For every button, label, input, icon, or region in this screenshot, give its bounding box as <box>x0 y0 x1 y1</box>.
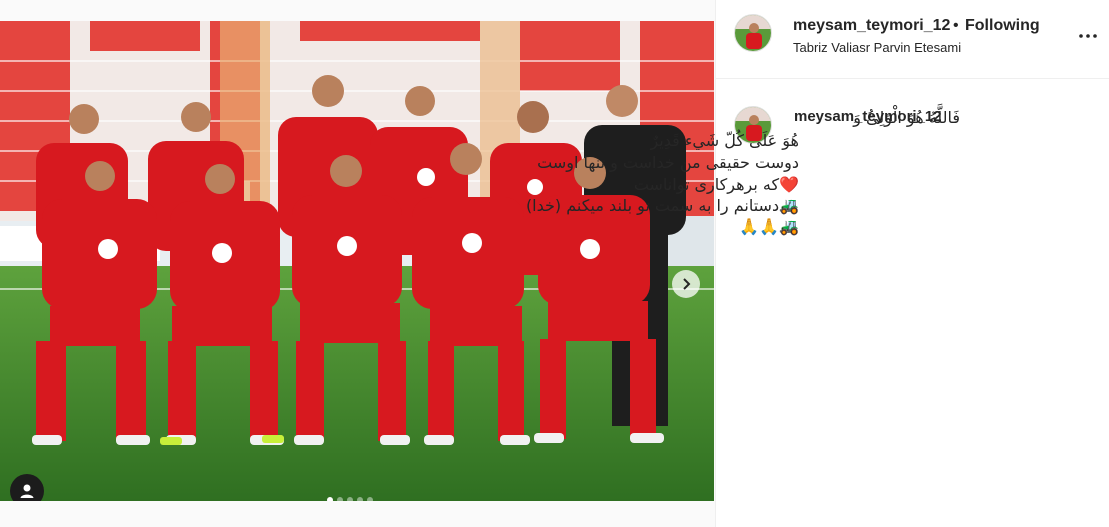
caption-line-2: هُوَ عَلَى كُلّ شَيء قَدِيرٌ <box>650 131 799 150</box>
avatar[interactable] <box>734 14 772 52</box>
media-pane <box>0 0 715 527</box>
tagged-users-button[interactable] <box>10 474 44 501</box>
carousel-dot <box>337 497 343 501</box>
post-sidebar: meysam_teymori_12 • Following Tabriz Val… <box>715 0 1109 527</box>
more-options-button[interactable] <box>1076 26 1100 46</box>
post-photo[interactable] <box>0 21 714 501</box>
carousel-next-button[interactable] <box>672 270 700 298</box>
carousel-dot <box>357 497 363 501</box>
user-icon <box>20 484 34 498</box>
post-header: meysam_teymori_12 • Following Tabriz Val… <box>716 0 1109 79</box>
caption-line-6: 🚜🙏🙏 <box>739 217 799 236</box>
carousel-dot <box>327 497 333 501</box>
carousel-dot <box>347 497 353 501</box>
caption-line-1: فَاللَّهُ هُوَ الْوَلِیُّ وَ <box>853 108 960 127</box>
instagram-post: meysam_teymori_12 • Following Tabriz Val… <box>0 0 1109 527</box>
caption-line-5: 🚜دستانم را به سمت تو بلند میکنم (خدا) <box>525 196 799 215</box>
caption-line-4: ❤️که برهرکاری تواناست <box>633 175 799 194</box>
post-author-username[interactable]: meysam_teymori_12 <box>793 17 950 35</box>
post-location[interactable]: Tabriz Valiasr Parvin Etesami <box>793 40 961 55</box>
carousel-indicator <box>327 497 373 501</box>
carousel-dot <box>367 497 373 501</box>
more-horizontal-icon <box>1079 34 1097 38</box>
caption-line-3: دوست حقیقی من خداست و تنها اوست <box>537 153 799 172</box>
separator-bullet: • <box>953 17 959 34</box>
profile-picture <box>735 15 771 51</box>
team-photo <box>0 21 714 501</box>
chevron-right-icon <box>683 278 691 290</box>
following-button[interactable]: Following <box>965 17 1040 35</box>
